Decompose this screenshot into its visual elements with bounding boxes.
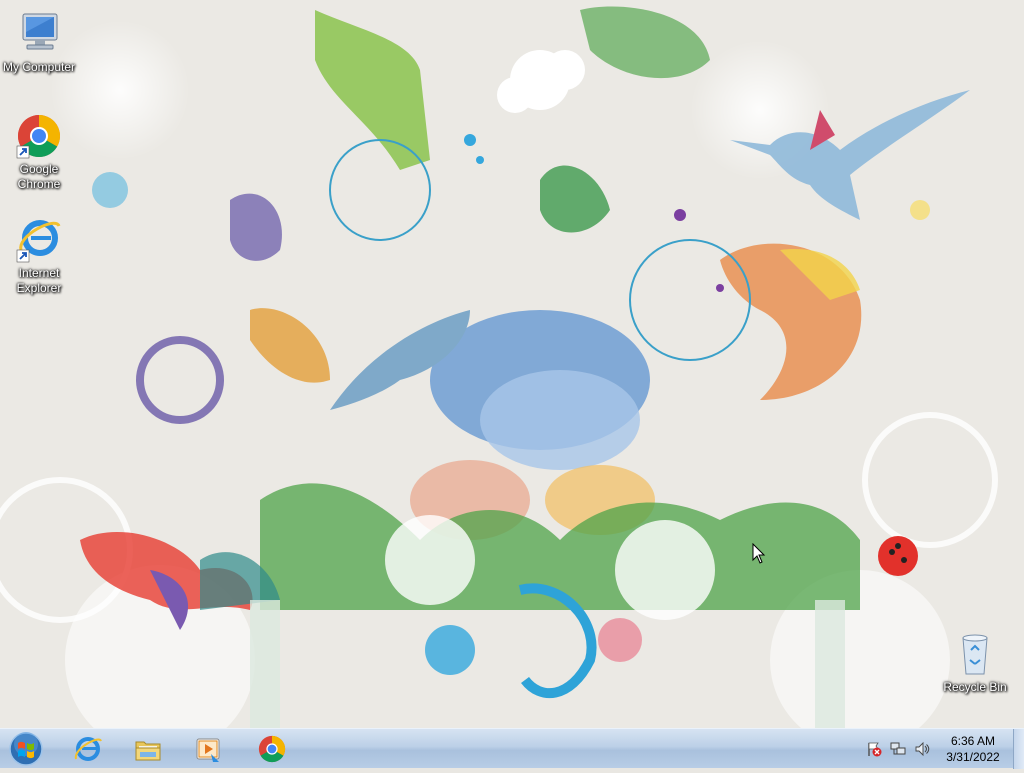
- start-button[interactable]: [4, 730, 48, 768]
- desktop-icon-label: Recycle Bin: [943, 680, 1007, 694]
- clock-time: 6:36 AM: [950, 734, 996, 748]
- volume-icon[interactable]: [914, 741, 930, 757]
- internet-explorer-icon: [74, 737, 102, 761]
- desktop[interactable]: My Computer Google Chrome Internet Explo…: [0, 0, 1024, 728]
- taskbar-internet-explorer-button[interactable]: [62, 731, 114, 767]
- desktop-icon-label: My Computer: [2, 60, 76, 74]
- taskbar-file-explorer-button[interactable]: [122, 731, 174, 767]
- desktop-icon-my-computer[interactable]: My Computer: [0, 10, 78, 75]
- chrome-icon: [258, 735, 286, 763]
- recycle-bin-icon: [951, 630, 999, 678]
- desktop-icon-google-chrome[interactable]: Google Chrome: [0, 112, 78, 192]
- taskbar-media-player-button[interactable]: [182, 731, 234, 767]
- show-desktop-button[interactable]: [1013, 729, 1024, 769]
- desktop-icon-label: Google Chrome: [17, 162, 61, 191]
- windows-orb-icon: [9, 732, 43, 766]
- desktop-icon-internet-explorer[interactable]: Internet Explorer: [0, 216, 78, 296]
- internet-explorer-icon: [15, 216, 63, 264]
- network-icon[interactable]: [890, 741, 906, 757]
- chrome-icon: [15, 112, 63, 160]
- taskbar-clock[interactable]: 6:36 AM 3/31/2022: [934, 733, 1012, 765]
- media-player-icon: [196, 738, 220, 762]
- computer-icon: [15, 10, 63, 58]
- action-center-flag-icon[interactable]: [866, 741, 882, 757]
- taskbar-chrome-button[interactable]: [246, 731, 298, 767]
- clock-date: 3/31/2022: [946, 750, 1000, 764]
- desktop-icon-recycle-bin[interactable]: Recycle Bin: [936, 630, 1014, 695]
- mouse-pointer-icon: [752, 543, 766, 564]
- file-explorer-icon: [135, 741, 161, 761]
- taskbar: 6:36 AM 3/31/2022: [0, 728, 1024, 769]
- desktop-icon-label: Internet Explorer: [16, 266, 62, 295]
- wallpaper-artwork: [0, 0, 1024, 728]
